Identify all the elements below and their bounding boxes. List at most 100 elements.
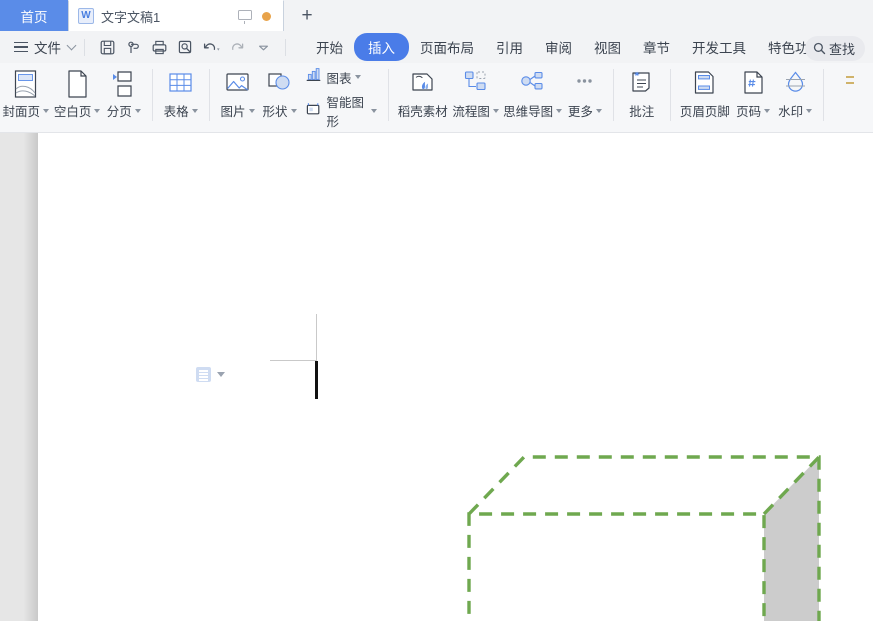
menu-divider-2 bbox=[285, 39, 286, 56]
tab-developer-tools[interactable]: 开发工具 bbox=[681, 33, 757, 61]
smartart-icon bbox=[305, 100, 322, 122]
caret-down-icon bbox=[249, 109, 255, 113]
chart-icon bbox=[305, 66, 322, 88]
print-preview-pin-icon[interactable] bbox=[120, 35, 146, 59]
ribbon-item-watermark[interactable]: 水印 bbox=[774, 67, 816, 129]
ribbon-group-divider-3 bbox=[388, 69, 389, 121]
ribbon-item-more[interactable]: 更多 bbox=[564, 67, 606, 129]
window-tab-bar: 首页 W 文字文稿1 + bbox=[0, 0, 873, 31]
document-area bbox=[0, 133, 873, 621]
text-frame-guide-horizontal bbox=[270, 360, 317, 361]
search-button-label: 查找 bbox=[829, 39, 855, 58]
header-footer-icon bbox=[690, 67, 719, 101]
tab-page-layout[interactable]: 页面布局 bbox=[409, 33, 485, 61]
tab-view[interactable]: 视图 bbox=[583, 33, 632, 61]
ribbon-item-mindmap[interactable]: 思维导图 bbox=[501, 67, 564, 129]
ribbon-item-page-break[interactable]: 分页 bbox=[103, 67, 145, 129]
ribbon-item-cover-page[interactable]: 封面页 bbox=[0, 67, 51, 129]
ribbon-label: 页眉页脚 bbox=[680, 101, 730, 120]
ribbon-label: 稻壳素材 bbox=[398, 101, 448, 120]
monitor-icon[interactable] bbox=[238, 10, 252, 22]
ribbon-item-flowchart[interactable]: 流程图 bbox=[450, 67, 501, 129]
tab-insert[interactable]: 插入 bbox=[354, 33, 409, 61]
comment-icon bbox=[627, 67, 656, 101]
redo-icon bbox=[224, 35, 250, 59]
ribbon-item-chart[interactable]: 图表 bbox=[305, 66, 377, 88]
caret-down-icon bbox=[556, 109, 562, 113]
ribbon-toolbar: 封面页 空白页 分页 表格 图片 bbox=[0, 63, 873, 133]
ribbon-item-blank-page[interactable]: 空白页 bbox=[51, 67, 102, 129]
caret-down-icon bbox=[94, 109, 100, 113]
ribbon-item-header-footer[interactable]: 页眉页脚 bbox=[678, 67, 732, 129]
new-tab-button[interactable]: + bbox=[284, 0, 330, 31]
cube-right-face bbox=[764, 457, 819, 621]
ribbon-item-docer-material[interactable]: 稻壳素材 bbox=[395, 67, 449, 129]
home-tab[interactable]: 首页 bbox=[0, 0, 68, 31]
file-menu-label: 文件 bbox=[34, 37, 61, 57]
caret-down-icon bbox=[217, 372, 225, 377]
ribbon-group-divider-6 bbox=[823, 69, 824, 121]
search-doc-icon[interactable] bbox=[172, 35, 198, 59]
text-caret bbox=[315, 361, 318, 399]
document-tab[interactable]: W 文字文稿1 bbox=[68, 0, 284, 31]
ribbon-item-comment[interactable]: 批注 bbox=[621, 67, 663, 129]
unsaved-dot-icon bbox=[262, 12, 271, 21]
print-icon[interactable] bbox=[146, 35, 172, 59]
ribbon-label: 水印 bbox=[778, 101, 812, 120]
ribbon-item-picture[interactable]: 图片 bbox=[217, 67, 259, 129]
ribbon-item-smartart[interactable]: 智能图形 bbox=[305, 92, 377, 130]
cover-page-icon bbox=[11, 67, 40, 101]
flowchart-icon bbox=[461, 67, 490, 101]
caret-down-icon bbox=[192, 109, 198, 113]
more-icon bbox=[570, 67, 599, 101]
wps-writer-logo-icon: W bbox=[78, 8, 94, 24]
ribbon-item-page-number[interactable]: 页码 bbox=[732, 67, 774, 129]
customize-toolbar-icon[interactable] bbox=[250, 35, 276, 59]
file-menu-button[interactable]: 文件 bbox=[0, 35, 75, 59]
search-button[interactable]: 查找 bbox=[805, 36, 865, 61]
docer-material-icon bbox=[408, 67, 437, 101]
ribbon-label: 智能图形 bbox=[327, 92, 377, 130]
ribbon-tabs: 开始 插入 页面布局 引用 审阅 视图 章节 开发工具 特色功能 bbox=[305, 33, 833, 61]
left-margin-strip bbox=[0, 133, 38, 621]
ribbon-item-overflow[interactable] bbox=[831, 67, 873, 129]
tab-review[interactable]: 审阅 bbox=[534, 33, 583, 61]
layout-options-icon[interactable] bbox=[196, 367, 225, 382]
ribbon-label: 图片 bbox=[221, 101, 255, 120]
home-tab-label: 首页 bbox=[21, 6, 48, 26]
tab-bar-empty-space bbox=[330, 0, 873, 31]
undo-icon[interactable] bbox=[198, 35, 224, 59]
caret-down-icon bbox=[371, 109, 377, 113]
ribbon-label: 封面页 bbox=[2, 101, 49, 120]
search-icon bbox=[813, 42, 826, 55]
save-icon[interactable] bbox=[94, 35, 120, 59]
wps-writer-window: 首页 W 文字文稿1 + 文件 bbox=[0, 0, 873, 621]
caret-down-icon bbox=[291, 109, 297, 113]
tab-references[interactable]: 引用 bbox=[485, 33, 534, 61]
ribbon-group-divider-2 bbox=[209, 69, 210, 121]
ribbon-item-shapes[interactable]: 形状 bbox=[259, 67, 301, 129]
caret-down-icon bbox=[596, 109, 602, 113]
caret-down-icon bbox=[493, 109, 499, 113]
new-tab-icon: + bbox=[301, 5, 312, 27]
ribbon-label: 页码 bbox=[736, 101, 770, 120]
text-frame-guide-vertical bbox=[316, 314, 317, 361]
overflow-icon bbox=[845, 67, 859, 101]
tab-section[interactable]: 章节 bbox=[632, 33, 681, 61]
menu-divider bbox=[84, 39, 85, 56]
page-break-icon bbox=[109, 67, 138, 101]
watermark-icon bbox=[781, 67, 810, 101]
caret-down-icon bbox=[135, 109, 141, 113]
blank-page-icon bbox=[63, 67, 92, 101]
tab-start[interactable]: 开始 bbox=[305, 33, 354, 61]
page-number-icon bbox=[739, 67, 768, 101]
ribbon-item-table[interactable]: 表格 bbox=[160, 67, 202, 129]
ribbon-label: 流程图 bbox=[452, 101, 499, 120]
ribbon-label: 分页 bbox=[107, 101, 141, 120]
document-page[interactable] bbox=[38, 133, 873, 621]
ribbon-label: 更多 bbox=[568, 101, 602, 120]
logo-glyph: W bbox=[81, 11, 90, 21]
ribbon-label: 空白页 bbox=[54, 101, 101, 120]
cube-shape[interactable] bbox=[453, 443, 843, 621]
shapes-icon bbox=[265, 67, 294, 101]
